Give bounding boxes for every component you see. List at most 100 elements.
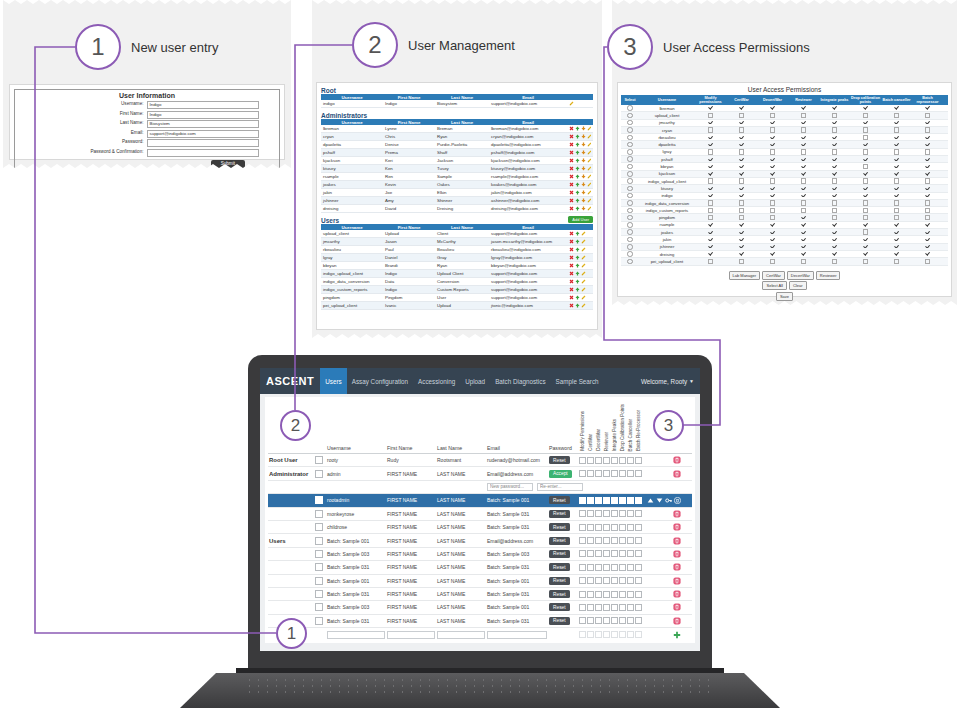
permission-checkbox[interactable] xyxy=(587,577,594,584)
check-mark-icon[interactable] xyxy=(832,106,837,109)
edit-pencil-icon[interactable] xyxy=(569,101,574,106)
select-checkbox[interactable] xyxy=(627,237,633,243)
check-mark-icon[interactable] xyxy=(894,238,899,241)
promote-arrow-icon[interactable] xyxy=(575,190,580,195)
check-mark-icon[interactable] xyxy=(863,252,868,255)
text-field[interactable] xyxy=(147,139,259,147)
select-checkbox[interactable] xyxy=(627,135,633,141)
permission-checkbox[interactable] xyxy=(708,200,714,206)
permission-checkbox[interactable] xyxy=(863,178,869,184)
permission-checkbox[interactable] xyxy=(832,127,838,133)
check-mark-icon[interactable] xyxy=(925,172,930,175)
row-checkbox[interactable] xyxy=(315,523,323,531)
check-mark-icon[interactable] xyxy=(863,223,868,226)
promote-arrow-icon[interactable] xyxy=(575,247,580,252)
permission-checkbox[interactable] xyxy=(611,604,618,611)
check-mark-icon[interactable] xyxy=(925,231,930,234)
permission-checkbox[interactable] xyxy=(635,617,642,624)
check-mark-icon[interactable] xyxy=(801,106,806,109)
check-mark-icon[interactable] xyxy=(925,121,930,124)
check-mark-icon[interactable] xyxy=(832,231,837,234)
permission-checkbox[interactable] xyxy=(611,537,618,544)
permission-checkbox[interactable] xyxy=(603,604,610,611)
edit-pencil-icon[interactable] xyxy=(587,182,591,187)
edit-pencil-icon[interactable] xyxy=(581,247,586,252)
check-mark-icon[interactable] xyxy=(770,143,775,146)
check-mark-icon[interactable] xyxy=(894,172,899,175)
permission-checkbox[interactable] xyxy=(619,510,626,517)
demote-arrow-icon[interactable] xyxy=(581,174,586,179)
permission-checkbox[interactable] xyxy=(611,470,618,477)
permission-checkbox[interactable] xyxy=(863,149,869,155)
promote-arrow-icon[interactable] xyxy=(575,279,580,284)
edit-pencil-icon[interactable] xyxy=(587,134,591,139)
role-button[interactable]: CertWar xyxy=(762,271,785,280)
demote-arrow-icon[interactable] xyxy=(581,182,586,187)
check-mark-icon[interactable] xyxy=(708,106,713,109)
permission-checkbox[interactable] xyxy=(587,617,594,624)
permission-checkbox[interactable] xyxy=(587,564,594,571)
check-mark-icon[interactable] xyxy=(801,252,806,255)
check-mark-icon[interactable] xyxy=(770,252,775,255)
permission-checkbox[interactable] xyxy=(579,524,586,531)
permission-checkbox[interactable] xyxy=(739,178,745,184)
permission-checkbox[interactable] xyxy=(801,259,807,265)
check-mark-icon[interactable] xyxy=(708,172,713,175)
select-checkbox[interactable] xyxy=(627,208,633,214)
check-mark-icon[interactable] xyxy=(863,172,868,175)
edit-pencil-icon[interactable] xyxy=(587,166,591,171)
check-mark-icon[interactable] xyxy=(770,223,775,226)
permission-checkbox[interactable] xyxy=(579,604,586,611)
permission-checkbox[interactable] xyxy=(863,127,869,133)
permission-checkbox[interactable] xyxy=(925,178,931,184)
permission-checkbox[interactable] xyxy=(627,631,634,638)
password-button[interactable]: Reset xyxy=(549,537,570,545)
edit-pencil-icon[interactable] xyxy=(581,239,586,244)
permission-checkbox[interactable] xyxy=(595,617,602,624)
check-mark-icon[interactable] xyxy=(801,143,806,146)
new-user-input[interactable] xyxy=(327,631,385,639)
check-mark-icon[interactable] xyxy=(925,223,930,226)
permission-checkbox[interactable] xyxy=(603,631,610,638)
promote-arrow-icon[interactable] xyxy=(575,287,580,292)
user-menu[interactable]: Welcome, Rooty ▼ xyxy=(641,368,694,394)
permission-checkbox[interactable] xyxy=(832,200,838,206)
check-mark-icon[interactable] xyxy=(925,143,930,146)
permission-checkbox[interactable] xyxy=(579,510,586,517)
check-mark-icon[interactable] xyxy=(801,231,806,234)
check-mark-icon[interactable] xyxy=(770,194,775,197)
check-mark-icon[interactable] xyxy=(863,121,868,124)
permission-checkbox[interactable] xyxy=(894,149,900,155)
permission-checkbox[interactable] xyxy=(863,200,869,206)
check-mark-icon[interactable] xyxy=(894,165,899,168)
trash-icon[interactable] xyxy=(673,603,681,611)
permission-checkbox[interactable] xyxy=(863,259,869,265)
check-mark-icon[interactable] xyxy=(925,187,930,190)
move-up-icon[interactable] xyxy=(647,497,654,504)
permission-checkbox[interactable] xyxy=(619,564,626,571)
check-mark-icon[interactable] xyxy=(770,158,775,161)
delete-icon[interactable] xyxy=(569,182,574,187)
permission-checkbox[interactable] xyxy=(708,208,714,214)
select-checkbox[interactable] xyxy=(627,142,633,148)
password-button[interactable]: Reset xyxy=(549,590,570,598)
promote-arrow-icon[interactable] xyxy=(575,150,580,155)
nav-tab[interactable]: Assay Configuration xyxy=(347,368,413,394)
permission-checkbox[interactable] xyxy=(579,577,586,584)
permission-checkbox[interactable] xyxy=(635,524,642,531)
row-checkbox[interactable] xyxy=(315,590,323,598)
permission-checkbox[interactable] xyxy=(894,200,900,206)
permission-checkbox[interactable] xyxy=(603,497,610,504)
check-mark-icon[interactable] xyxy=(894,231,899,234)
promote-arrow-icon[interactable] xyxy=(575,271,580,276)
edit-pencil-icon[interactable] xyxy=(587,190,591,195)
permission-checkbox[interactable] xyxy=(863,229,869,235)
check-mark-icon[interactable] xyxy=(863,143,868,146)
permission-checkbox[interactable] xyxy=(619,604,626,611)
permission-checkbox[interactable] xyxy=(595,524,602,531)
select-checkbox[interactable] xyxy=(627,164,633,170)
check-mark-icon[interactable] xyxy=(894,158,899,161)
submit-button[interactable]: Submit xyxy=(211,160,245,168)
delete-icon[interactable] xyxy=(569,279,574,284)
permission-checkbox[interactable] xyxy=(595,631,602,638)
